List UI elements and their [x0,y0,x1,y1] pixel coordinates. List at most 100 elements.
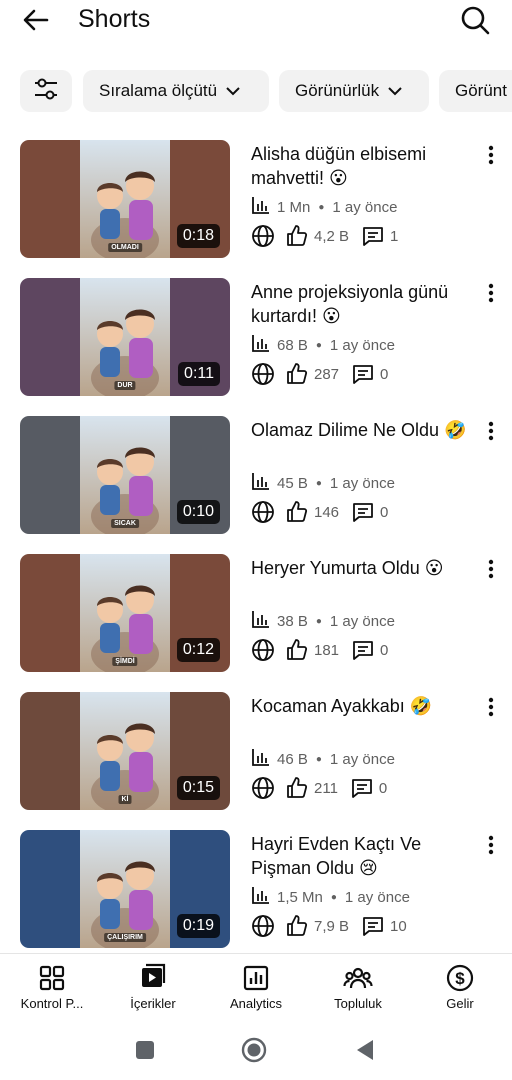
short-video-item[interactable]: OLMADI 0:18 Alisha düğün elbisemi mahvet… [0,140,512,258]
like-icon [285,914,309,938]
page-title: Shorts [78,5,151,33]
thumbnail-caption: Kİ [118,795,132,804]
nav-item-earn[interactable]: $ Gelir [410,954,510,1018]
back-triangle-icon[interactable] [352,1037,378,1063]
search-icon[interactable] [458,3,492,37]
video-thumbnail[interactable]: Kİ 0:15 [20,692,230,810]
like-count: 211 [314,779,338,797]
more-options-icon[interactable] [482,282,500,304]
analytics-icon [251,471,271,495]
duration-badge: 0:18 [176,224,220,248]
analytics-icon [251,747,271,771]
separator-dot: ● [315,339,322,351]
bottom-navigation: Kontrol P... İçerikler Analytics Toplulu… [0,953,512,1017]
analytics-icon [251,333,271,357]
back-arrow-icon[interactable] [20,4,52,36]
like-icon [285,500,309,524]
like-count: 287 [314,365,340,383]
view-chip-label: Görünt [455,81,507,100]
thumbnail-artwork [80,830,170,948]
video-thumbnail[interactable]: DUR 0:11 [20,278,230,396]
recent-apps-icon[interactable] [132,1037,158,1063]
sort-chip[interactable]: Sıralama ölçütü [83,70,269,112]
system-navigation-bar [0,1017,512,1080]
thumbnail-artwork [80,554,170,672]
analytics-icon [251,609,271,633]
filter-settings-chip[interactable] [20,70,72,112]
view-count: 68 B [277,336,308,354]
more-options-icon[interactable] [482,420,500,442]
like-count: 7,9 B [314,917,350,935]
comment-icon [361,224,385,248]
thumbnail-artwork [80,278,170,396]
nav-item-community[interactable]: Topluluk [308,954,408,1018]
view-count: 1,5 Mn [277,888,323,906]
video-meta: 1,5 Mn ● 1 ay önce [251,887,410,907]
separator-dot: ● [318,201,325,213]
like-count: 146 [314,503,340,521]
video-meta: 38 B ● 1 ay önce [251,611,395,631]
duration-badge: 0:12 [176,638,220,662]
view-count: 46 B [277,750,308,768]
video-thumbnail[interactable]: OLMADI 0:18 [20,140,230,258]
view-count: 38 B [277,612,308,630]
filter-chips: Sıralama ölçütü Görünürlük Görünt [0,70,512,112]
more-options-icon[interactable] [482,834,500,856]
more-options-icon[interactable] [482,144,500,166]
video-thumbnail[interactable]: ŞİMDİ 0:12 [20,554,230,672]
sliders-icon [32,75,60,108]
more-options-icon[interactable] [482,696,500,718]
duration-badge: 0:10 [176,500,220,524]
video-stats: 181 0 [251,638,388,662]
home-icon[interactable] [241,1037,267,1063]
video-thumbnail[interactable]: ÇALIŞIRIM 0:19 [20,830,230,948]
upload-age: 1 ay önce [344,888,410,906]
nav-item-dashboard[interactable]: Kontrol P... [2,954,102,1018]
nav-label: Analytics [229,996,283,1011]
community-icon [343,963,373,993]
more-options-icon[interactable] [482,558,500,580]
thumbnail-artwork [80,416,170,534]
short-video-item[interactable]: DUR 0:11 Anne projeksiyonla günü kurtard… [0,278,512,396]
nav-label: Kontrol P... [20,996,84,1011]
comment-count: 0 [380,365,389,383]
video-title[interactable]: Heryer Yumurta Oldu 😮 [251,556,471,580]
short-video-item[interactable]: SICAK 0:10 Olamaz Dilime Ne Oldu 🤣 45 B … [0,416,512,534]
video-meta: 46 B ● 1 ay önce [251,749,395,769]
duration-badge: 0:19 [176,914,220,938]
video-thumbnail[interactable]: SICAK 0:10 [20,416,230,534]
upload-age: 1 ay önce [329,750,395,768]
analytics-icon [241,963,271,993]
upload-age: 1 ay önce [329,474,395,492]
like-icon [285,776,309,800]
thumbnail-caption: OLMADI [108,243,142,252]
nav-label: Topluluk [334,996,382,1011]
svg-text:$: $ [455,969,465,988]
visibility-chip[interactable]: Görünürlük [279,70,429,112]
separator-dot: ● [315,615,322,627]
view-chip[interactable]: Görünt [439,70,512,112]
video-title[interactable]: Anne projeksiyonla günü kurtardı! 😮 [251,280,471,328]
nav-item-analytics[interactable]: Analytics [206,954,306,1018]
video-title[interactable]: Alisha düğün elbisemi mahvetti! 😮 [251,142,471,190]
comment-icon [351,500,375,524]
comment-count: 10 [390,917,407,935]
analytics-icon [251,885,271,909]
analytics-icon [251,195,271,219]
short-video-item[interactable]: ŞİMDİ 0:12 Heryer Yumurta Oldu 😮 38 B ● … [0,554,512,672]
video-title[interactable]: Olamaz Dilime Ne Oldu 🤣 [251,418,471,442]
video-title[interactable]: Hayri Evden Kaçtı Ve Pişman Oldu 😢 [251,832,471,880]
short-video-item[interactable]: ÇALIŞIRIM 0:19 Hayri Evden Kaçtı Ve Pişm… [0,830,512,948]
thumbnail-caption: ÇALIŞIRIM [104,933,146,942]
video-title[interactable]: Kocaman Ayakkabı 🤣 [251,694,471,718]
upload-age: 1 ay önce [329,336,395,354]
comment-icon [350,776,374,800]
nav-label: İçerikler [130,996,176,1011]
globe-icon [251,914,275,938]
short-video-item[interactable]: Kİ 0:15 Kocaman Ayakkabı 🤣 46 B ● 1 ay ö… [0,692,512,810]
like-icon [285,224,309,248]
upload-age: 1 ay önce [329,612,395,630]
comment-count: 1 [390,227,399,245]
duration-badge: 0:11 [178,362,220,386]
nav-item-content[interactable]: İçerikler [103,954,203,1018]
